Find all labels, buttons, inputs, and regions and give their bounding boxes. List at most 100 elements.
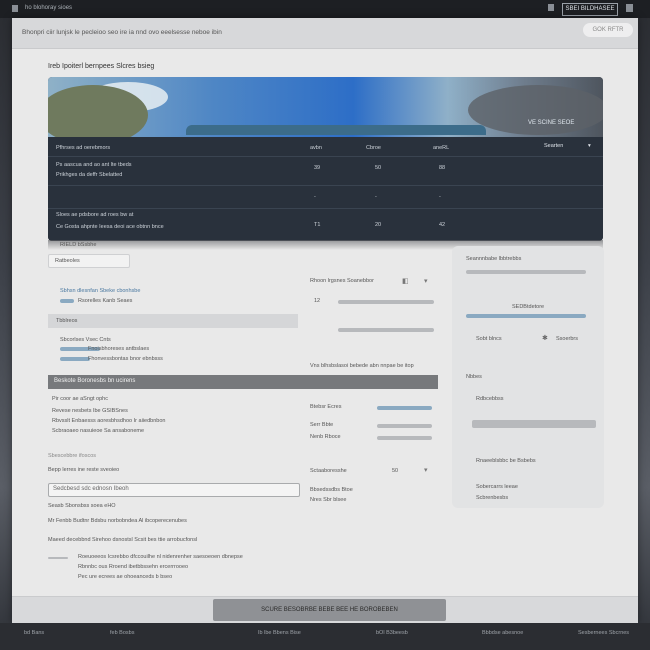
field-input[interactable]: Ratbeoles	[48, 254, 130, 268]
chevron-down-icon[interactable]: ▾	[424, 466, 428, 474]
bottom-list-item: Pec ure ecrees ae ohoeanceds b bseo	[78, 574, 173, 580]
mid-value: 12	[314, 298, 321, 304]
mid-note: Vns blhsbslasoi bebede abn nnpae be itop	[310, 363, 414, 369]
info-bar	[60, 357, 90, 361]
side-label: SEDBtdetore	[512, 304, 545, 310]
group-label: Sbescebbre ifoscos	[48, 453, 96, 459]
chevron-down-icon[interactable]: ▾	[424, 277, 428, 285]
cell: Ps aascua and ao ant lte tbeds	[56, 162, 132, 168]
mid-label: Nres Sbr blsee	[310, 497, 347, 503]
chevron-down-icon: ▾	[588, 143, 591, 149]
side-label: Sobt blncs	[476, 336, 502, 342]
dialog-footer: SCURE BESOBRBE BEBE BEE HE BOROBEBEN	[12, 596, 638, 624]
cloud-shape	[468, 85, 603, 135]
info-bar	[60, 299, 74, 303]
progress-bar	[466, 270, 586, 274]
table-row[interactable]: - - -	[48, 186, 603, 209]
mid-label: Sctaaboresshe	[310, 468, 347, 474]
side-label: Sobercarrs leeae	[476, 484, 518, 490]
view-scene-link[interactable]: VE SCINE SEOE	[528, 120, 574, 126]
status-item[interactable]: feb Bosbs	[110, 630, 134, 636]
info-text: Rsorelles Kanb Seaes	[78, 298, 133, 304]
header-text: Bhonpri ciir lunjsk le pecleioo seo ire …	[22, 29, 222, 36]
mid-title: Rhoon lrgsnes Soanebbor	[310, 278, 374, 284]
section-label: RIELD bSsbhe	[60, 242, 97, 248]
cell: Pfhrses ad oerebmors	[56, 145, 111, 151]
status-item[interactable]: bOl B3beesb	[376, 630, 408, 636]
cell: Prikhges da deffr Sbelatted	[56, 172, 123, 178]
status-item[interactable]: Ib lbe Bbens Bise	[258, 630, 301, 636]
list-item: Rbvsslt Enbaesss aoresbhsdhoo Ir aiiedbn…	[52, 418, 166, 424]
field-value: Ratbeoles	[55, 258, 80, 264]
mid-label: Nenb Rboce	[310, 434, 341, 440]
list-item: Scbraoaeo nasuieoe Sa ansaboneme	[52, 428, 145, 434]
mid-label: Btebsr Ecres	[310, 404, 342, 410]
app-topbar: ho blohoray sioes SBEI BILDHASEE	[0, 0, 650, 18]
bottom-list-item: Rbnnbc ous Rroend ibetbbssehn ercerrrooe…	[78, 564, 189, 570]
dialog-window: Bhonpri ciir lunjsk le pecleioo seo ire …	[12, 18, 638, 624]
user-icon[interactable]	[548, 4, 554, 11]
info-text: Sbcorlses Vsec Cnts	[60, 337, 111, 343]
section-header-bar: Beskote Boronesbs bn ucirens	[48, 375, 438, 389]
slider-track[interactable]	[472, 420, 596, 428]
section-header-text: Beskote Boronesbs bn ucirens	[54, 378, 136, 384]
toggle-icon[interactable]: ◧	[402, 277, 409, 285]
topbar-action-button[interactable]: SBEI BILDHASEE	[562, 3, 618, 16]
bottom-list-item: Roeuoeeos Icsrebbo dfccouilhe nl nidenre…	[78, 554, 243, 560]
close-icon[interactable]	[626, 4, 633, 12]
bottom-text: Mr Fenbb Budtnr Bdsbu norbobndea Al ibco…	[48, 518, 187, 524]
progress-bar	[466, 314, 586, 318]
progress-bar	[377, 406, 432, 410]
list-title: Pir coor ae aSngt ophc	[52, 396, 108, 402]
cell: -	[439, 194, 441, 200]
cell: T1	[314, 222, 321, 228]
bottom-text: Maeed decebbnd Sirehoo dsnostsl Scsit be…	[48, 537, 198, 543]
search-hint: Seasb Sbonsbss soea eHO	[48, 503, 116, 509]
cell: 88	[439, 165, 446, 171]
app-icon	[12, 5, 18, 12]
cell: 39	[314, 165, 321, 171]
cell: -	[314, 194, 316, 200]
progress-bar	[338, 328, 434, 332]
table-row[interactable]: Pfhrses ad oerebmors avbn Cbroe aneRL Se…	[48, 139, 603, 157]
search-input[interactable]: Sedcbesd sdc ednosn Ibeoh	[48, 483, 300, 497]
cell: Cbroe	[366, 145, 381, 151]
app-title: ho blohoray sioes	[25, 5, 73, 11]
table-row[interactable]: Sloes ae pdsbore ad roes bw at Ce Gosta …	[48, 209, 603, 239]
divider	[48, 557, 68, 559]
table-row[interactable]: Ps aascua and ao ant lte tbeds Prikhges …	[48, 157, 603, 186]
sort-select[interactable]: Searten ▾	[544, 143, 600, 153]
status-item[interactable]: Bbbdse abesnoe	[482, 630, 523, 636]
cell: 20	[375, 222, 382, 228]
cell: Ce Gosta ahpnte Ieesa deoi ace obtnn bnc…	[56, 224, 164, 230]
section-strip: Tbblreos	[48, 314, 298, 328]
side-label: Nbbes	[466, 374, 482, 380]
primary-action-button[interactable]: SCURE BESOBRBE BEBE BEE HE BOROBEBEN	[213, 599, 446, 621]
cell: 50	[375, 165, 382, 171]
data-table: Pfhrses ad oerebmors avbn Cbroe aneRL Se…	[48, 137, 603, 241]
info-link[interactable]: Sbhsn dlesnfan Sbeke cbonhsbe	[60, 288, 140, 294]
search-value: Sedcbesd sdc ednosn Ibeoh	[53, 486, 129, 492]
cell: Sloes ae pdsbore ad roes bw at	[56, 212, 134, 218]
list-item: Revese nesbets Ibe GSIBSnes	[52, 408, 128, 414]
group-item: Bepp lerres ine reste sveoieo	[48, 467, 120, 473]
mid-label: Bbsedssdbs Btoe	[310, 487, 353, 493]
progress-bar	[377, 436, 432, 440]
status-item[interactable]: bd Bans	[24, 630, 44, 636]
hero-panel: VE SCINE SEOE Pfhrses ad oerebmors avbn …	[48, 77, 603, 241]
header-pill-button[interactable]: GOK RFTR	[583, 23, 633, 37]
status-bar: bd Bans feb Bosbs Ib lbe Bbens Bise bOl …	[0, 623, 650, 650]
cell: -	[375, 194, 377, 200]
status-item[interactable]: Sesbernees Sbcrnes	[578, 630, 629, 636]
dialog-header: Bhonpri ciir lunjsk le pecleioo seo ire …	[12, 18, 638, 49]
side-title: Seannnbabe lbbtrebbs	[466, 256, 522, 262]
side-label: Scbrenbesbs	[476, 495, 509, 501]
section-label: Tbblreos	[56, 318, 78, 324]
side-label: Rdbcebbss	[476, 396, 504, 402]
cell: 42	[439, 222, 446, 228]
page-title: Ireb Ipoiterl bernpees Slcres bsieg	[48, 63, 155, 70]
sort-label: Searten	[544, 143, 564, 149]
mid-label: Serr Bbte	[310, 422, 334, 428]
hero-tab-strip[interactable]	[186, 125, 486, 135]
settings-icon[interactable]: ✱	[542, 334, 548, 342]
